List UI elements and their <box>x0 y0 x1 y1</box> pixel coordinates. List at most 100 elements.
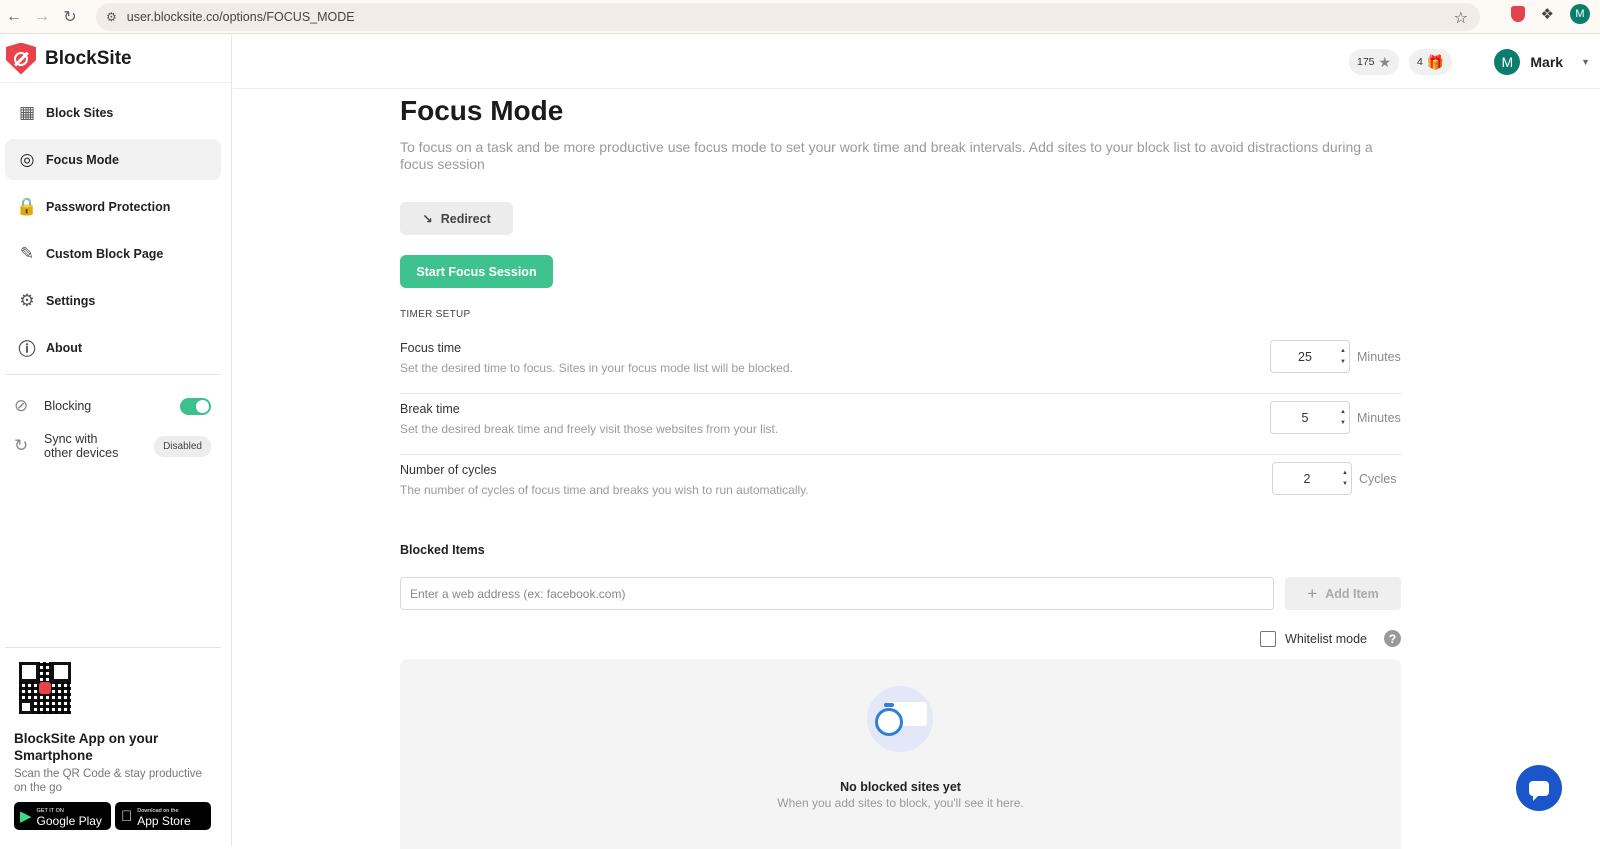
sidebar-item-focus-mode[interactable]: ◎ Focus Mode <box>5 139 221 180</box>
plus-icon: + <box>1307 583 1318 603</box>
sidebar-item-password-protection[interactable]: 🔒 Password Protection <box>5 186 221 227</box>
sidebar-item-block-sites[interactable]: ▦ Block Sites <box>5 92 221 133</box>
blocking-toggle[interactable] <box>180 397 211 415</box>
app-card-subtitle: Scan the QR Code & stay productive on th… <box>14 768 202 794</box>
sidebar-item-about[interactable]: ⓘ About <box>5 327 221 368</box>
whitelist-label: Whitelist mode <box>1285 631 1367 646</box>
empty-state-title: No blocked sites yet <box>840 780 961 794</box>
google-play-button[interactable]: ▶ GET IT ON Google Play <box>14 802 111 830</box>
break-time-stepper[interactable]: 5 ▲ ▼ <box>1270 401 1350 434</box>
break-time-desc: Set the desired break time and freely vi… <box>400 422 779 436</box>
focus-time-row: Focus time Set the desired time to focus… <box>400 333 1401 394</box>
main-content: Focus Mode To focus on a task and be mor… <box>400 90 1401 849</box>
page-description: To focus on a task and be more productiv… <box>400 139 1373 172</box>
stepper-arrows-icon[interactable]: ▲ ▼ <box>1340 346 1346 368</box>
gifts-count: 4 <box>1417 56 1423 68</box>
blocksite-extension-icon[interactable] <box>1510 6 1525 22</box>
bookmark-star-icon[interactable]: ☆ <box>1454 8 1468 28</box>
page-title: Focus Mode <box>400 95 564 126</box>
sidebar-item-label: Block Sites <box>46 105 114 120</box>
sync-label-line2: other devices <box>44 446 119 460</box>
timer-setup-heading: TIMER SETUP <box>400 309 471 320</box>
blocking-row: ⊘ Blocking <box>0 386 231 426</box>
mobile-app-card: BlockSite App on your Smartphone Scan th… <box>5 647 221 830</box>
whitelist-checkbox[interactable] <box>1260 630 1277 647</box>
user-avatar: M <box>1494 49 1521 75</box>
reload-icon[interactable]: ↻ <box>56 3 84 31</box>
whitelist-mode-row: Whitelist mode ? <box>1260 630 1401 647</box>
points-count: 175 <box>1357 56 1375 68</box>
edit-page-icon: ✎ <box>19 243 35 263</box>
gifts-chip[interactable]: 4 🎁 <box>1409 49 1453 75</box>
brand-name: BlockSite <box>45 47 132 69</box>
focus-time-stepper[interactable]: 25 ▲ ▼ <box>1270 340 1350 373</box>
redirect-button[interactable]: ↘ Redirect <box>400 202 513 235</box>
blocked-items-heading: Blocked Items <box>400 543 485 557</box>
top-header: 175 ★ 4 🎁 M Mark ▼ <box>233 35 1600 89</box>
back-icon[interactable]: ← <box>0 3 28 31</box>
apple-icon:  <box>121 808 132 825</box>
cycles-value: 2 <box>1303 471 1311 486</box>
sync-row: ↻ Sync with other devices Disabled <box>0 426 231 466</box>
gift-icon: 🎁 <box>1426 53 1445 70</box>
user-name: Mark <box>1530 54 1564 70</box>
sidebar-item-label: Settings <box>46 293 96 308</box>
blocked-list-empty-state: No blocked sites yet When you add sites … <box>400 659 1401 849</box>
sidebar-menu: ▦ Block Sites ◎ Focus Mode 🔒 Password Pr… <box>0 83 231 368</box>
qr-code <box>19 662 71 714</box>
lock-icon: 🔒 <box>16 196 38 216</box>
focus-time-unit: Minutes <box>1357 350 1401 364</box>
stepper-arrows-icon[interactable]: ▲ ▼ <box>1342 468 1348 490</box>
target-icon: ◎ <box>19 149 35 169</box>
user-menu[interactable]: M Mark ▼ <box>1494 49 1590 75</box>
web-address-input[interactable] <box>400 577 1274 610</box>
forward-icon[interactable]: → <box>28 3 56 31</box>
chat-support-button[interactable] <box>1516 765 1562 811</box>
sidebar: BlockSite ▦ Block Sites ◎ Focus Mode 🔒 P… <box>0 35 232 846</box>
points-chip[interactable]: 175 ★ <box>1349 49 1400 75</box>
browser-toolbar: ← → ↻ ⚙ user.blocksite.co/options/FOCUS_… <box>0 0 1600 34</box>
cycles-label: Number of cycles <box>400 463 497 477</box>
sidebar-item-label: Password Protection <box>46 199 171 214</box>
cycles-desc: The number of cycles of focus time and b… <box>400 483 809 497</box>
break-time-value: 5 <box>1301 410 1309 425</box>
app-store-button[interactable]:  Download on the App Store <box>115 802 211 830</box>
focus-time-desc: Set the desired time to focus. Sites in … <box>400 361 793 375</box>
brand[interactable]: BlockSite <box>0 35 231 83</box>
empty-state-subtitle: When you add sites to block, you'll see … <box>777 796 1024 810</box>
app-store-label: App Store <box>126 814 190 828</box>
sidebar-item-label: About <box>46 340 83 355</box>
redirect-arrow-icon: ↘ <box>422 212 433 226</box>
profile-avatar[interactable]: M <box>1570 4 1590 24</box>
sync-status-badge[interactable]: Disabled <box>154 435 211 457</box>
gear-icon: ⚙ <box>19 290 35 310</box>
focus-time-label: Focus time <box>400 341 462 355</box>
grid-block-icon: ▦ <box>18 102 36 122</box>
cycles-unit: Cycles <box>1359 472 1397 486</box>
address-bar[interactable]: ⚙ user.blocksite.co/options/FOCUS_MODE ☆ <box>96 3 1480 31</box>
stopwatch-icon <box>867 686 933 752</box>
google-play-label: Google Play <box>36 814 102 828</box>
add-item-button[interactable]: + Add Item <box>1285 577 1401 610</box>
add-item-label: Add Item <box>1325 586 1379 601</box>
blocksite-logo-icon <box>6 42 36 75</box>
sidebar-item-custom-block-page[interactable]: ✎ Custom Block Page <box>5 233 221 274</box>
blocking-label: Blocking <box>44 399 92 413</box>
chevron-down-icon: ▼ <box>1581 57 1590 67</box>
focus-time-value: 25 <box>1298 349 1312 364</box>
sidebar-divider <box>5 374 221 375</box>
start-focus-session-button[interactable]: Start Focus Session <box>400 255 553 288</box>
cycles-stepper[interactable]: 2 ▲ ▼ <box>1272 462 1352 495</box>
site-info-icon[interactable]: ⚙ <box>106 10 117 24</box>
help-icon[interactable]: ? <box>1384 630 1401 647</box>
redirect-label: Redirect <box>440 211 491 226</box>
info-icon: ⓘ <box>18 340 36 359</box>
block-circle-icon: ⊘ <box>14 396 29 415</box>
chat-bubble-icon <box>1529 780 1549 801</box>
sync-label: Sync with other devices <box>44 432 154 460</box>
google-play-icon: ▶ <box>20 808 32 825</box>
break-time-row: Break time Set the desired break time an… <box>400 394 1401 455</box>
sidebar-item-settings[interactable]: ⚙ Settings <box>5 280 221 321</box>
stepper-arrows-icon[interactable]: ▲ ▼ <box>1340 407 1346 429</box>
extensions-puzzle-icon[interactable]: ❖ <box>1541 5 1554 23</box>
